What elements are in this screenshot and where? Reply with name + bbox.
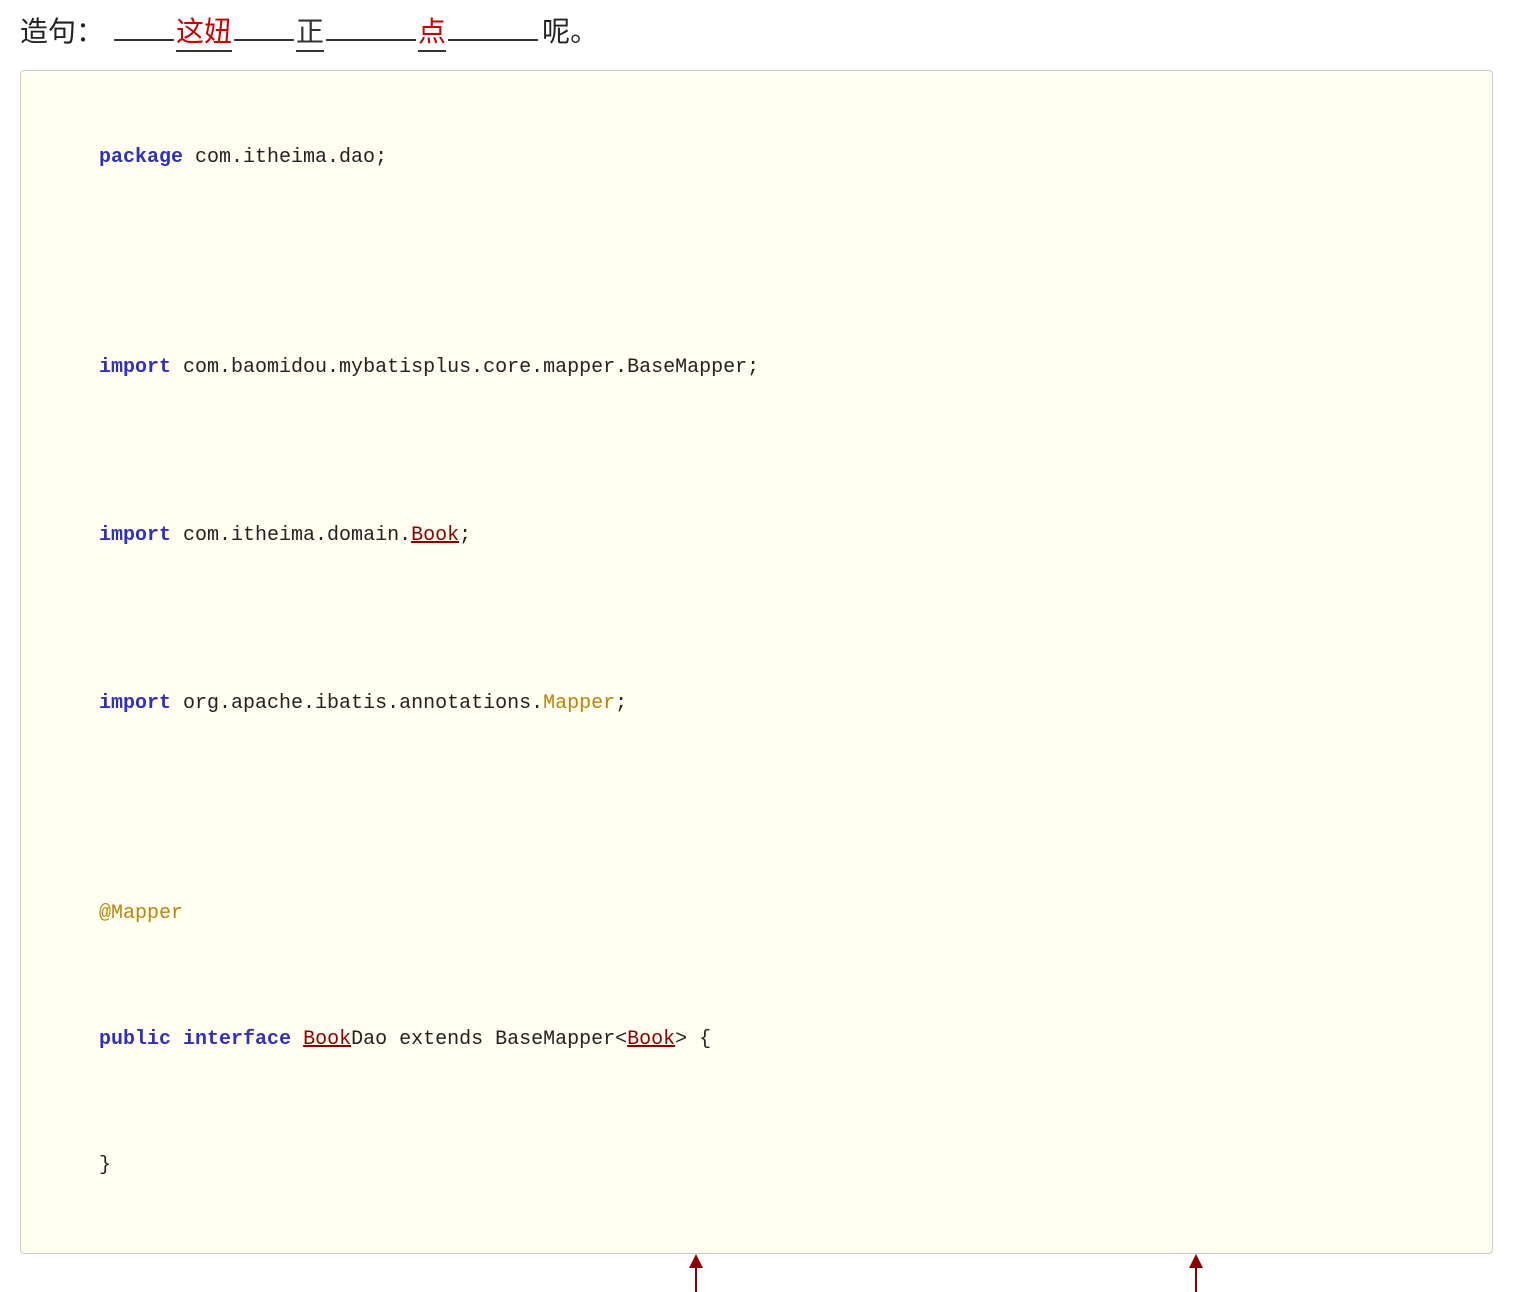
annotation-mapper: @Mapper <box>99 902 183 925</box>
sentence-area: 造句： 这妞 正 点 呢。 <box>20 10 1493 52</box>
kw-import2: import <box>99 524 171 547</box>
import3-mapper: Mapper <box>543 692 615 715</box>
template-arrow-head <box>1189 1254 1203 1268</box>
blank4 <box>448 13 538 41</box>
annotations-area: 参数 模板 <box>20 1254 1493 1292</box>
blank2 <box>234 13 294 41</box>
interface-book2: Book <box>627 1028 675 1051</box>
code-line-close: } <box>51 1103 1462 1229</box>
kw-interface: interface <box>183 1028 291 1051</box>
interface-mid: Dao extends BaseMapper< <box>351 1028 627 1051</box>
word3: 点 <box>418 10 446 52</box>
interface-book1: Book <box>303 1028 351 1051</box>
import3-prefix: org.apache.ibatis.annotations. <box>171 692 543 715</box>
code-line-blank6 <box>51 809 1462 851</box>
code-line-import3: import org.apache.ibatis.annotations.Map… <box>51 641 1462 767</box>
interface-suffix: > { <box>675 1028 711 1051</box>
param-arrow-line <box>695 1268 697 1292</box>
word1: 这妞 <box>176 10 232 52</box>
kw-import3: import <box>99 692 171 715</box>
sentence-label: 造句： <box>20 10 104 50</box>
code-line-blank3 <box>51 431 1462 473</box>
code-line-import2: import com.itheima.domain.Book; <box>51 473 1462 599</box>
code-line-import1: import com.baomidou.mybatisplus.core.map… <box>51 305 1462 431</box>
code-line-blank4 <box>51 599 1462 641</box>
code-line-annotation: @Mapper <box>51 851 1462 977</box>
close-brace: } <box>99 1154 111 1177</box>
code-line-blank1 <box>51 221 1462 263</box>
kw-public: public <box>99 1028 171 1051</box>
code-line-blank2 <box>51 263 1462 305</box>
template-arrow-line <box>1195 1268 1197 1292</box>
import2-suffix: ; <box>459 524 471 547</box>
kw-package: package <box>99 146 183 169</box>
kw-import1: import <box>99 356 171 379</box>
kw-space1 <box>171 1028 183 1051</box>
code-line-interface: public interface BookDao extends BaseMap… <box>51 977 1462 1103</box>
param-arrow-head <box>689 1254 703 1268</box>
kw-space2 <box>291 1028 303 1051</box>
template-annotation: 模板 <box>1170 1254 1222 1292</box>
word2: 正 <box>296 10 324 52</box>
import1-text: com.baomidou.mybatisplus.core.mapper.Bas… <box>171 356 759 379</box>
code-package-text: com.itheima.dao; <box>183 146 387 169</box>
import2-book: Book <box>411 524 459 547</box>
import3-suffix: ; <box>615 692 627 715</box>
code-line-blank5 <box>51 767 1462 809</box>
import2-prefix: com.itheima.domain. <box>171 524 411 547</box>
code-line-1: package com.itheima.dao; <box>51 95 1462 221</box>
param-annotation: 参数 <box>670 1254 722 1292</box>
code-block: package com.itheima.dao; import com.baom… <box>20 70 1493 1254</box>
blank1 <box>114 13 174 41</box>
sentence-end: 呢。 <box>542 10 598 50</box>
blank3 <box>326 13 416 41</box>
